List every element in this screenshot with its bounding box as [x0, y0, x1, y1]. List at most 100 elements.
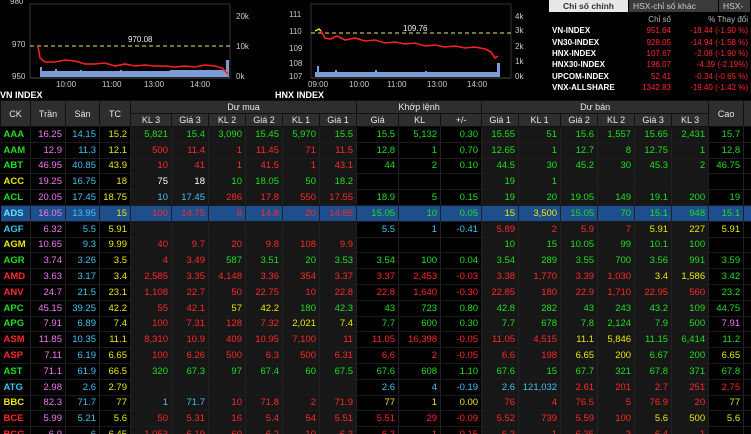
board-row-asm[interactable]: ASM 11.85 10.35 11.1 8,310 10.9 409 10.95 7,100 1…: [0, 331, 751, 349]
buy-qty-3: 50: [130, 410, 172, 428]
stock-code[interactable]: ACL: [0, 189, 31, 206]
col-buy-qty-2[interactable]: KL 2: [208, 113, 246, 127]
vn-index-chart[interactable]: 970.08 980 970 950 20k 10k 0k 10:00 11:0…: [0, 0, 255, 100]
stock-code[interactable]: AMD: [0, 268, 31, 285]
stock-code[interactable]: APG: [0, 316, 31, 333]
col-sell-price-3[interactable]: Giá 3: [634, 113, 673, 127]
board-row-atg[interactable]: ATG 2.98 2.6 2.79 2.6 4 -0.19 2.6 121,032 2.61 201…: [0, 379, 751, 396]
stock-code[interactable]: BBC: [0, 395, 31, 412]
index-row[interactable]: HNX30-INDEX 196.07 -4.39 (-2.19%): [549, 59, 751, 70]
stock-code[interactable]: APC: [0, 300, 31, 317]
col-buy-price-3[interactable]: Giá 3: [171, 113, 209, 127]
board-row-aam[interactable]: AAM 12.9 11.3 12.1 500 11.4 1 11.45 71 11.5 12.8 1 0…: [0, 142, 751, 159]
col-match-qty[interactable]: KL: [398, 113, 442, 127]
index-row[interactable]: VNX-ALLSHARE 1342.83 -19.40 (-1.42 %): [549, 82, 751, 93]
board-row-agm[interactable]: AGM 10.65 9.3 9.99 40 9.7 20 9.8 108 9.9 10 15 10.05…: [0, 237, 751, 254]
board-row-acl[interactable]: ACL 20.05 17.45 18.75 10 17.45 286 17.8 550 17.55…: [0, 189, 751, 206]
col-buy-price-1[interactable]: Giá 1: [318, 113, 358, 127]
board-row-acc[interactable]: ACC 19.25 16.75 18 75 18 10 18.05 50 18.2 19 1: [0, 173, 751, 191]
stock-code[interactable]: ANV: [0, 284, 31, 301]
index-row[interactable]: VN-INDEX 951.64 -18.44 (-1.90 %): [549, 25, 751, 36]
sell-qty-1: 3,500: [518, 205, 562, 222]
col-buy-price-2[interactable]: Giá 2: [245, 113, 283, 127]
buy-qty-1: 2,021: [282, 316, 320, 333]
board-row-anv[interactable]: ANV 24.7 21.5 23.1 1,108 22.7 50 22.75 10 22.8 22.…: [0, 284, 751, 301]
col-match-price[interactable]: Giá: [356, 113, 400, 127]
col-sell-qty-3[interactable]: KL 3: [671, 113, 710, 127]
col-ceiling[interactable]: Trần: [30, 100, 66, 127]
stock-code[interactable]: AGR: [0, 252, 31, 270]
floor-price: 2.6: [65, 379, 100, 396]
board-row-bce[interactable]: BCE 5.99 5.21 5.6 50 5.31 16 5.4 54 5.51 5.51 29 -0.…: [0, 410, 751, 428]
board-rows: AAA 16.25 14.15 15.2 5,821 15.4 3,090 15.45 5,97…: [0, 126, 751, 434]
board-row-amd[interactable]: AMD 3.63 3.17 3.4 2,585 3.35 4,148 3.36 354 3.37 3…: [0, 268, 751, 285]
stock-code[interactable]: BCG: [0, 426, 31, 434]
board-row-bcg[interactable]: BCG6.966.451,0536.19606.2106.36.31-0.156…: [0, 426, 751, 434]
sell-qty-3: 1: [671, 142, 710, 159]
col-reference[interactable]: TC: [99, 100, 131, 127]
board-row-abt[interactable]: ABT 46.95 40.85 43.9 10 41 1 41.5 1 43.1 44 2 0.10 44…: [0, 158, 751, 175]
buy-qty-3: 320: [130, 363, 172, 380]
board-row-apg[interactable]: APG 7.91 6.89 7.4 100 7.31 128 7.32 2,021 7.4 7.7 6…: [0, 316, 751, 333]
match-qty: 2,453: [398, 268, 442, 285]
stock-code[interactable]: AAA: [0, 126, 31, 143]
board-row-aaa[interactable]: AAA 16.25 14.15 15.2 5,821 15.4 3,090 15.45 5,97…: [0, 126, 751, 143]
stock-code[interactable]: BCE: [0, 410, 31, 428]
board-row-apc[interactable]: APC 45.15 39.25 42.2 55 42.1 57 42.2 180 42.3 43 72…: [0, 300, 751, 317]
buy-qty-3: 1: [130, 395, 172, 412]
col-floor[interactable]: Sàn: [65, 100, 100, 127]
stock-code[interactable]: AST: [0, 363, 31, 380]
stock-code[interactable]: AGF: [0, 221, 31, 238]
low-price: [743, 221, 751, 238]
tab-main-indices[interactable]: Chỉ số chính: [549, 0, 629, 12]
stock-code[interactable]: AAM: [0, 142, 31, 159]
stock-code[interactable]: ASP: [0, 347, 31, 364]
index-name: HNX-INDEX: [552, 48, 597, 58]
index-row[interactable]: VN30-INDEX 928.05 -14.94 (-1.58 %): [549, 36, 751, 47]
col-low[interactable]: T: [743, 100, 751, 127]
stock-code[interactable]: ASM: [0, 331, 31, 349]
stock-code[interactable]: ABT: [0, 158, 31, 175]
board-row-ast[interactable]: AST 71.1 61.9 66.5 320 67.3 97 67.4 60 67.5 67.6 60…: [0, 363, 751, 380]
index-row[interactable]: UPCOM-INDEX 52.41 -0.34 (-0.65 %): [549, 71, 751, 82]
stock-code[interactable]: ACC: [0, 173, 31, 191]
col-sell-qty-1[interactable]: KL 1: [518, 113, 562, 127]
tab-hsx-other-indices[interactable]: HSX-chỉ số khác: [629, 0, 719, 12]
index-row[interactable]: HNX-INDEX 107.67 -2.08 (-1.90 %): [549, 48, 751, 59]
tab-hsx-more[interactable]: HSX-: [719, 0, 751, 12]
sell-price-1: 15.55: [481, 126, 520, 143]
col-change[interactable]: +/-: [440, 113, 483, 127]
col-buy-qty-1[interactable]: KL 1: [282, 113, 320, 127]
hnx-index-chart[interactable]: 109.76 111 110 109 108 107 4k 3k 2k 1k 0…: [275, 0, 530, 100]
col-sell-price-1[interactable]: Giá 1: [481, 113, 520, 127]
buy-price-3: 17.45: [171, 189, 209, 206]
buy-qty-3: 8,310: [130, 331, 172, 349]
col-sell-qty-2[interactable]: KL 2: [597, 113, 636, 127]
match-qty: 10: [398, 205, 442, 222]
index-name: UPCOM-INDEX: [552, 71, 609, 81]
col-ck[interactable]: CK: [0, 100, 31, 127]
floor-price: 9.3: [65, 237, 100, 254]
stock-code[interactable]: ATG: [0, 379, 31, 396]
col-high[interactable]: Cao: [708, 100, 745, 127]
high-price: [708, 173, 745, 191]
col-sell-price-2[interactable]: Giá 2: [560, 113, 599, 127]
board-row-agf[interactable]: AGF 6.32 5.5 5.91 5.5 1 -0.41 5.89 2 5.9 7 5.91 227 5…: [0, 221, 751, 238]
hnx-chart-title: HNX INDEX: [275, 90, 325, 100]
board-row-ads[interactable]: ADS 16.05 13.95 15 100 14.75 8 14.8 20 14.85 15.05…: [0, 205, 751, 222]
high-price: 46.75: [708, 158, 745, 175]
board-row-agr[interactable]: AGR 3.74 3.26 3.5 4 3.49 587 3.51 20 3.53 3.54 100 0…: [0, 252, 751, 270]
sell-qty-1: 1,770: [518, 268, 562, 285]
buy-qty-1: 71: [282, 142, 320, 159]
board-row-bbc[interactable]: BBC 82.3 71.7 77 1 71.7 10 71.8 2 71.9 77 1 0.00 76 4 7…: [0, 395, 751, 412]
stock-code[interactable]: AGM: [0, 237, 31, 254]
stock-code[interactable]: ADS: [0, 205, 31, 222]
col-buy-qty-3[interactable]: KL 3: [130, 113, 172, 127]
index-change: -18.44 (-1.90 %): [690, 26, 748, 36]
buy-price-3: 67.3: [171, 363, 209, 380]
sell-qty-3: 371: [671, 363, 710, 380]
buy-price-3: [171, 221, 209, 238]
index-name: HNX30-INDEX: [552, 60, 605, 70]
sell-qty-2: 7: [597, 221, 636, 238]
board-row-asp[interactable]: ASP 7.11 6.19 6.65 100 6.26 500 6.3 500 6.31 6.6 2-…: [0, 347, 751, 364]
